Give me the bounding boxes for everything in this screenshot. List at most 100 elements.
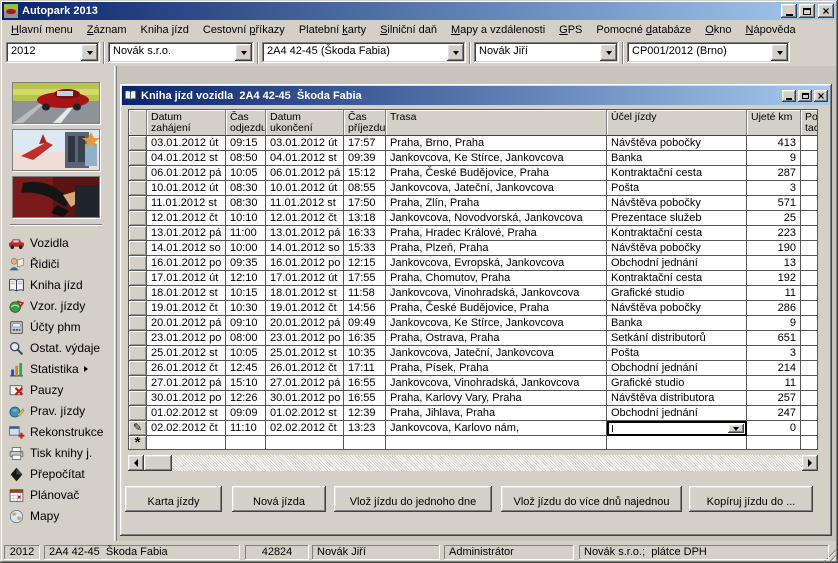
table-cell[interactable]: 19.01.2012 čt	[147, 301, 226, 316]
table-cell[interactable]: 10.01.2012 út	[147, 181, 226, 196]
table-cell[interactable]: 12:10	[226, 271, 266, 286]
table-cell[interactable]: 30.01.2012 po	[147, 391, 226, 406]
table-cell[interactable]: 14.01.2012 so	[147, 241, 226, 256]
row-selector[interactable]	[129, 196, 147, 211]
table-cell[interactable]: 286	[747, 301, 801, 316]
table-cell[interactable]: Pošta	[607, 181, 747, 196]
table-cell[interactable]: Praha, Hradec Králové, Praha	[386, 226, 607, 241]
table-cell[interactable]: 12.01.2012 čt	[147, 211, 226, 226]
row-selector[interactable]	[129, 286, 147, 301]
table-cell[interactable]: 9	[747, 316, 801, 331]
table-cell[interactable]: Jankovcova, Vinohradská, Jankovcova	[386, 376, 607, 391]
table-cell[interactable]: 15:10	[226, 376, 266, 391]
table-cell[interactable]	[801, 436, 818, 450]
table-cell[interactable]	[386, 436, 607, 450]
table-cell[interactable]: Banka	[607, 151, 747, 166]
table-cell[interactable]: 192	[747, 271, 801, 286]
row-selector[interactable]	[129, 346, 147, 361]
table-cell[interactable]: 26.01.2012 čt	[147, 361, 226, 376]
row-selector[interactable]	[129, 256, 147, 271]
table-cell[interactable]: Praha, Plzeň, Praha	[386, 241, 607, 256]
column-header[interactable]: Čas odjezdu	[226, 110, 266, 136]
table-cell[interactable]: 223	[747, 226, 801, 241]
table-cell[interactable]: Grafické studio	[607, 286, 747, 301]
table-cell[interactable]: 12:39	[344, 406, 386, 421]
row-selector-edit[interactable]: ✎	[129, 421, 147, 436]
scroll-right-button[interactable]	[802, 455, 818, 471]
table-cell[interactable]: Jankovcova, Jateční, Jankovcova	[386, 181, 607, 196]
table-cell[interactable]: 16:33	[344, 226, 386, 241]
table-cell[interactable]: 12.01.2012 čt	[266, 211, 344, 226]
table-cell[interactable]: 06.01.2012 pá	[266, 166, 344, 181]
table-cell[interactable]: 09:09	[226, 406, 266, 421]
table-cell[interactable]: 11.01.2012 st	[266, 196, 344, 211]
trips-maximize-button[interactable]	[798, 90, 812, 102]
table-cell[interactable]: 23.01.2012 po	[147, 331, 226, 346]
column-header[interactable]: Ujeté km	[747, 110, 801, 136]
table-cell[interactable]	[801, 421, 818, 436]
table-cell[interactable]	[801, 241, 818, 256]
scroll-left-button[interactable]	[128, 455, 144, 471]
table-cell[interactable]: Návštěva pobočky	[607, 196, 747, 211]
table-cell[interactable]: Setkání distributorů	[607, 331, 747, 346]
table-cell[interactable]	[801, 376, 818, 391]
table-cell[interactable]: Kontraktační cesta	[607, 271, 747, 286]
table-cell[interactable]: 14.01.2012 so	[266, 241, 344, 256]
table-cell[interactable]: Praha, Karlovy Vary, Praha	[386, 391, 607, 406]
table-cell[interactable]: 17.01.2012 út	[147, 271, 226, 286]
table-cell[interactable]: 02.02.2012 čt	[266, 421, 344, 436]
table-cell[interactable]: 16:55	[344, 376, 386, 391]
table-cell[interactable]: 27.01.2012 pá	[266, 376, 344, 391]
table-cell[interactable]: 10:35	[344, 346, 386, 361]
sidebar-item-trip-templates[interactable]: Vzor. jízdy	[8, 295, 112, 316]
sidebar-item-vehicles[interactable]: Vozidla	[8, 232, 112, 253]
table-cell[interactable]: 17:11	[344, 361, 386, 376]
table-cell[interactable]: 16:55	[344, 391, 386, 406]
sidebar-item-recalculate[interactable]: Přepočítat	[8, 463, 112, 484]
table-cell[interactable]: 03.01.2012 út	[147, 136, 226, 151]
table-cell[interactable]: 03.01.2012 út	[266, 136, 344, 151]
row-selector[interactable]	[129, 211, 147, 226]
row-selector[interactable]	[129, 241, 147, 256]
table-cell[interactable]: 13.01.2012 pá	[266, 226, 344, 241]
insert-trip-multiple-days-button[interactable]: Vlož jízdu do více dnů najednou	[501, 486, 682, 512]
menu-item-help[interactable]: Nápověda	[739, 22, 803, 38]
sidebar-item-fuel-accounts[interactable]: Účty phm	[8, 316, 112, 337]
table-cell[interactable]	[801, 181, 818, 196]
table-cell[interactable]: 11	[747, 286, 801, 301]
row-selector[interactable]	[129, 316, 147, 331]
menu-item-record[interactable]: Záznam	[80, 22, 134, 38]
year-dropdown-button[interactable]	[81, 44, 98, 61]
trip-order-dropdown-button[interactable]	[771, 44, 788, 61]
table-cell[interactable]	[801, 361, 818, 376]
scrollbar-thumb[interactable]	[144, 455, 172, 471]
table-cell[interactable]: 190	[747, 241, 801, 256]
row-selector[interactable]	[129, 406, 147, 421]
table-cell[interactable]	[266, 436, 344, 450]
table-cell[interactable]: 01.02.2012 st	[147, 406, 226, 421]
insert-trip-single-day-button[interactable]: Vlož jízdu do jednoho dne	[334, 486, 492, 512]
table-cell[interactable]: Obchodní jednání	[607, 406, 747, 421]
table-cell[interactable]: 02.02.2012 čt	[147, 421, 226, 436]
table-cell[interactable]: 19.01.2012 čt	[266, 301, 344, 316]
table-cell[interactable]	[607, 436, 747, 450]
table-cell[interactable]	[801, 256, 818, 271]
table-cell[interactable]: 11:00	[226, 226, 266, 241]
row-selector[interactable]	[129, 331, 147, 346]
sidebar-item-statistics[interactable]: Statistika	[8, 358, 112, 379]
table-cell[interactable]: 20.01.2012 pá	[266, 316, 344, 331]
table-cell[interactable]	[801, 196, 818, 211]
table-cell[interactable]: 09:39	[344, 151, 386, 166]
table-cell[interactable]	[344, 436, 386, 450]
table-cell[interactable]	[801, 331, 818, 346]
table-cell[interactable]: 12:15	[344, 256, 386, 271]
table-cell[interactable]: 09:49	[344, 316, 386, 331]
table-cell[interactable]: 10:30	[226, 301, 266, 316]
vehicle-dropdown-button[interactable]	[447, 44, 464, 61]
table-cell[interactable]	[801, 346, 818, 361]
menu-item-payment-cards[interactable]: Platební karty	[292, 22, 373, 38]
table-cell[interactable]: Banka	[607, 316, 747, 331]
row-selector[interactable]	[129, 136, 147, 151]
table-cell[interactable]	[747, 436, 801, 450]
table-cell[interactable]: 17:57	[344, 136, 386, 151]
